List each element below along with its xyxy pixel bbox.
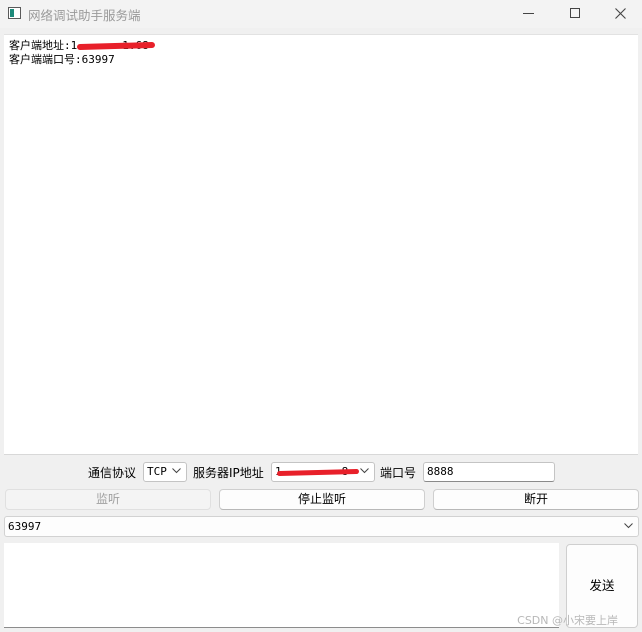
chevron-down-icon — [624, 523, 633, 529]
receive-log[interactable]: 客户端地址:11.68 客户端端口号:63997 — [4, 34, 638, 455]
client-select[interactable]: 63997 — [4, 516, 639, 537]
port-input[interactable]: 8888 — [423, 462, 555, 482]
stop-listen-button[interactable]: 停止监听 — [219, 489, 425, 510]
server-ip-label: 服务器IP地址 — [193, 466, 264, 480]
window-title: 网络调试助手服务端 — [28, 8, 141, 23]
protocol-select[interactable]: TCP — [143, 462, 187, 482]
log-line-client-port: 客户端端口号:63997 — [9, 53, 638, 67]
title-bar[interactable]: 网络调试助手服务端 — [0, 0, 642, 28]
log-label-client-port: 客户端端口号: — [9, 53, 82, 66]
app-icon — [8, 7, 21, 19]
minimize-button[interactable] — [506, 0, 552, 28]
maximize-button[interactable] — [552, 0, 598, 28]
protocol-label: 通信协议 — [88, 466, 137, 480]
close-button[interactable] — [598, 0, 642, 28]
client-select-value: 63997 — [8, 520, 42, 533]
log-value-client-port: 63997 — [81, 53, 115, 66]
watermark: CSDN @小宋要上岸 — [517, 614, 618, 627]
chevron-down-icon — [360, 468, 369, 474]
server-ip-select[interactable]: 18 — [271, 462, 375, 482]
chevron-down-icon — [172, 468, 181, 474]
port-label: 端口号 — [380, 466, 417, 480]
disconnect-button[interactable]: 断开 — [433, 489, 639, 510]
close-icon — [615, 8, 626, 19]
listen-button[interactable]: 监听 — [5, 489, 211, 510]
log-label-client-address: 客户端地址: — [9, 39, 71, 52]
log-line-client-address: 客户端地址:11.68 — [9, 39, 638, 53]
protocol-value: TCP — [147, 465, 167, 478]
send-input[interactable] — [4, 543, 559, 628]
main-window: 网络调试助手服务端 客户端地址:11.68 客户端端口号:63997 通信协议 … — [0, 0, 642, 632]
